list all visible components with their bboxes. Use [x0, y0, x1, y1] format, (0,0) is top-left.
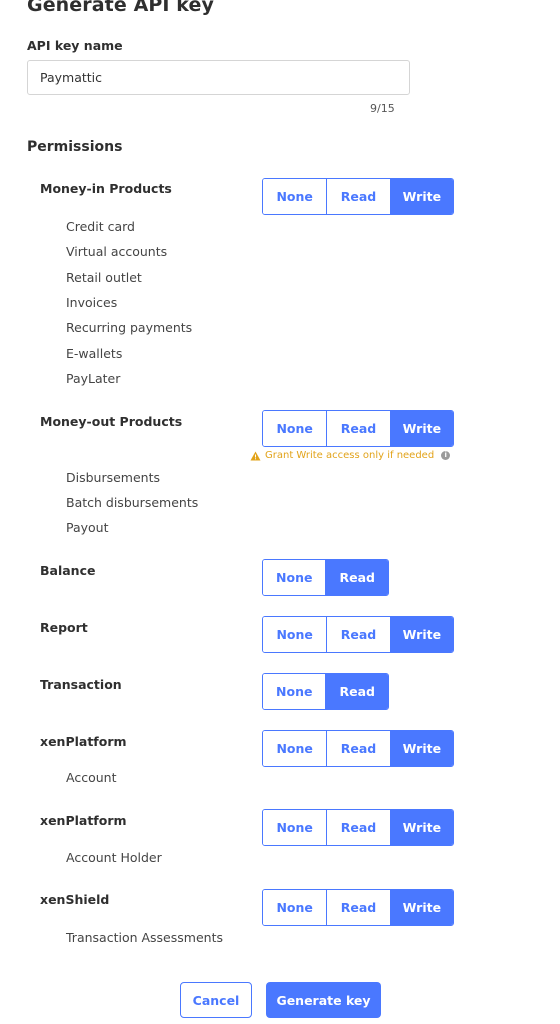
group-label: Report	[40, 620, 88, 635]
option-write[interactable]: Write	[389, 890, 453, 925]
api-key-name-input[interactable]	[27, 60, 410, 95]
access-segmented-control: None Read Write	[262, 730, 454, 767]
option-read[interactable]: Read	[326, 731, 390, 766]
product-item: Invoices	[66, 295, 118, 310]
product-item: E-wallets	[66, 346, 123, 361]
option-none[interactable]: None	[263, 179, 327, 214]
character-counter: 9/15	[370, 102, 395, 115]
product-item: Account	[66, 770, 117, 785]
group-label: xenPlatform	[40, 813, 127, 828]
option-write[interactable]: Write	[389, 810, 453, 845]
page-title: Generate API key	[27, 0, 214, 16]
option-write[interactable]: Write	[389, 731, 453, 766]
option-none[interactable]: None	[263, 617, 327, 652]
product-item: PayLater	[66, 371, 121, 386]
product-item: Disbursements	[66, 470, 161, 485]
permissions-heading: Permissions	[27, 139, 123, 155]
access-segmented-control: None Read Write	[262, 809, 454, 846]
generate-key-button[interactable]: Generate key	[266, 982, 381, 1018]
group-label: xenShield	[40, 892, 110, 907]
info-icon[interactable]: i	[441, 451, 451, 460]
option-write[interactable]: Write	[389, 411, 453, 446]
product-item: Retail outlet	[66, 270, 142, 285]
access-segmented-control: None Read Write	[262, 889, 454, 926]
option-none[interactable]: None	[263, 674, 326, 709]
option-read[interactable]: Read	[326, 617, 390, 652]
access-segmented-control: None Read Write	[262, 410, 454, 447]
option-read[interactable]: Read	[325, 560, 388, 595]
product-item: Recurring payments	[66, 320, 193, 335]
write-access-warning: Grant Write access only if needed i	[250, 450, 451, 461]
option-none[interactable]: None	[263, 810, 327, 845]
group-label: Transaction	[40, 677, 122, 692]
product-item: Virtual accounts	[66, 244, 168, 259]
cancel-button[interactable]: Cancel	[180, 982, 252, 1018]
access-segmented-control: None Read Write	[262, 178, 454, 215]
option-read[interactable]: Read	[326, 411, 390, 446]
warning-icon	[250, 451, 261, 460]
access-segmented-control: None Read Write	[262, 616, 454, 653]
option-read[interactable]: Read	[325, 674, 388, 709]
product-item: Account Holder	[66, 850, 162, 865]
option-write[interactable]: Write	[389, 617, 453, 652]
group-label: Money-in Products	[40, 181, 172, 196]
option-read[interactable]: Read	[326, 179, 390, 214]
option-read[interactable]: Read	[326, 890, 390, 925]
api-key-name-label: API key name	[27, 38, 123, 53]
access-segmented-control: None Read	[262, 673, 389, 710]
access-segmented-control: None Read	[262, 559, 389, 596]
product-item: Batch disbursements	[66, 495, 199, 510]
option-write[interactable]: Write	[389, 179, 453, 214]
warning-text: Grant Write access only if needed	[265, 450, 435, 461]
option-none[interactable]: None	[263, 890, 327, 925]
product-item: Credit card	[66, 219, 135, 234]
option-read[interactable]: Read	[326, 810, 390, 845]
product-item: Payout	[66, 520, 109, 535]
group-label: Money-out Products	[40, 414, 183, 429]
option-none[interactable]: None	[263, 731, 327, 766]
group-label: Balance	[40, 563, 96, 578]
option-none[interactable]: None	[263, 560, 326, 595]
product-item: Transaction Assessments	[66, 930, 223, 945]
option-none[interactable]: None	[263, 411, 327, 446]
group-label: xenPlatform	[40, 734, 127, 749]
